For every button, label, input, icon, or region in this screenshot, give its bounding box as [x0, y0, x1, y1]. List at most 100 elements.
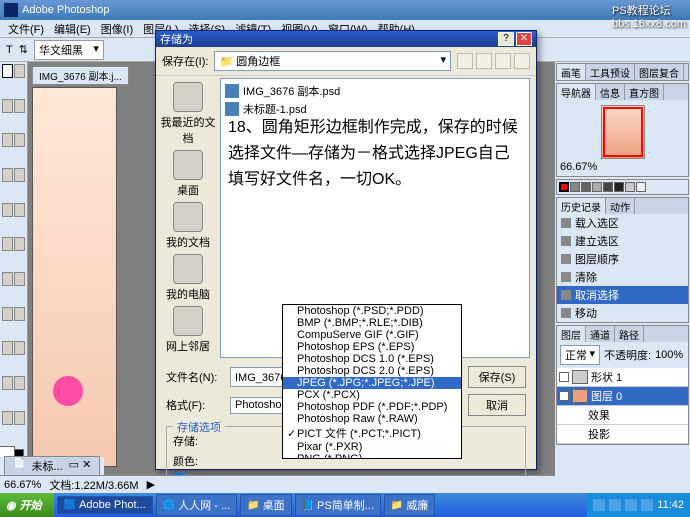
tab-history[interactable]: 历史记录 — [557, 198, 606, 214]
format-option[interactable]: Photoshop Raw (*.RAW) — [283, 413, 461, 425]
stamp-tool[interactable] — [2, 203, 13, 217]
move-tool[interactable] — [14, 64, 25, 78]
lasso-tool[interactable] — [2, 99, 13, 113]
tab-paths[interactable]: 路径 — [615, 326, 644, 342]
save-in-combo[interactable]: 📁 圆角边框▾ — [214, 51, 451, 71]
history-item[interactable]: 图层顺序 — [557, 250, 688, 268]
path-tool[interactable] — [2, 307, 13, 321]
history-brush-tool[interactable] — [14, 203, 25, 217]
place-desktop[interactable]: 桌面 — [173, 150, 203, 198]
format-option[interactable]: PCX (*.PCX) — [283, 389, 461, 401]
save-button[interactable]: 保存(S) — [468, 366, 526, 388]
swatch[interactable] — [592, 182, 602, 192]
hand-tool[interactable] — [2, 411, 13, 425]
tab-layers[interactable]: 图层 — [557, 326, 586, 342]
help-button[interactable]: ? — [498, 32, 514, 46]
start-button[interactable]: ◉ 开始 — [0, 493, 54, 517]
tray-icon[interactable] — [641, 499, 653, 511]
eraser-tool[interactable] — [2, 237, 13, 251]
history-item[interactable]: 清除 — [557, 268, 688, 286]
format-option[interactable]: JPEG (*.JPG;*.JPEG;*.JPE) — [283, 377, 461, 389]
tab-layer-comps[interactable]: 图层复合 — [635, 64, 684, 80]
format-option[interactable]: Pixar (*.PXR) — [283, 441, 461, 453]
menu-image[interactable]: 图像(I) — [97, 21, 137, 37]
taskbar-item[interactable]: 📘 PS简单制... — [295, 494, 381, 516]
back-icon[interactable] — [457, 53, 473, 69]
blur-tool[interactable] — [2, 272, 13, 286]
pen-tool[interactable] — [2, 341, 13, 355]
tray-icon[interactable] — [593, 499, 605, 511]
format-option[interactable]: ✓ PICT 文件 (*.PCT;*.PICT) — [283, 425, 461, 441]
zoom-tool[interactable] — [14, 411, 25, 425]
layer-row[interactable]: 形状 1 — [557, 368, 688, 387]
crop-tool[interactable] — [2, 133, 13, 147]
taskbar-item[interactable]: 🟦 Adobe Phot... — [57, 496, 153, 514]
slice-tool[interactable] — [14, 133, 25, 147]
blend-mode-select[interactable]: 正常▾ — [560, 345, 600, 365]
new-folder-icon[interactable] — [495, 53, 511, 69]
taskbar-item[interactable]: 📁 桌面 — [240, 494, 291, 516]
format-dropdown[interactable]: Photoshop (*.PSD;*.PDD) BMP (*.BMP;*.RLE… — [282, 304, 462, 459]
close-button[interactable]: ✕ — [516, 32, 532, 46]
clock[interactable]: 11:42 — [657, 499, 684, 511]
visibility-icon[interactable] — [559, 372, 569, 382]
minimized-document[interactable]: 📄 未标... ▭ ✕ — [4, 456, 100, 476]
heal-tool[interactable] — [2, 168, 13, 182]
notes-tool[interactable] — [2, 376, 13, 390]
eyedropper-tool[interactable] — [14, 376, 25, 390]
tab-info[interactable]: 信息 — [596, 84, 625, 100]
taskbar-item[interactable]: 🌐 人人网 - ... — [156, 494, 237, 516]
swatch[interactable] — [570, 182, 580, 192]
history-item[interactable]: 移动 — [557, 304, 688, 322]
place-computer[interactable]: 我的电脑 — [166, 254, 210, 302]
tray-icon[interactable] — [625, 499, 637, 511]
place-documents[interactable]: 我的文档 — [166, 202, 210, 250]
tray-icon[interactable] — [609, 499, 621, 511]
place-recent[interactable]: 我最近的文档 — [158, 82, 218, 146]
format-option[interactable]: Photoshop EPS (*.EPS) — [283, 341, 461, 353]
tab-brushes[interactable]: 画笔 — [557, 64, 586, 80]
format-option[interactable]: Photoshop DCS 1.0 (*.EPS) — [283, 353, 461, 365]
tab-tool-presets[interactable]: 工具预设 — [586, 64, 635, 80]
layer-fx[interactable]: 效果 — [557, 406, 688, 425]
format-option[interactable]: BMP (*.BMP;*.RLE;*.DIB) — [283, 317, 461, 329]
orientation-icon[interactable]: ⇅ — [19, 43, 28, 56]
view-menu-icon[interactable] — [514, 53, 530, 69]
document-tab[interactable]: IMG_3676 副本.j... — [32, 66, 129, 85]
wand-tool[interactable] — [14, 99, 25, 113]
taskbar-item[interactable]: 📁 威廉 — [384, 494, 435, 516]
dialog-titlebar[interactable]: 存储为 ? ✕ — [156, 31, 536, 47]
format-option[interactable]: Photoshop (*.PSD;*.PDD) — [283, 305, 461, 317]
layer-fx[interactable]: 投影 — [557, 425, 688, 444]
swatch[interactable] — [581, 182, 591, 192]
font-family-select[interactable]: 华文细黑▾ — [34, 40, 104, 60]
menu-edit[interactable]: 编辑(E) — [50, 21, 95, 37]
up-icon[interactable] — [476, 53, 492, 69]
layer-row[interactable]: 图层 0 — [557, 387, 688, 406]
marquee-tool[interactable] — [2, 64, 13, 78]
swatch[interactable] — [614, 182, 624, 192]
file-item[interactable]: IMG_3676 副本.psd — [224, 82, 526, 100]
shape-tool[interactable] — [14, 341, 25, 355]
zoom-status[interactable]: 66.67% — [4, 479, 41, 491]
format-option[interactable]: PNG (*.PNG) — [283, 453, 461, 459]
history-item[interactable]: 取消选择 — [557, 286, 688, 304]
tab-navigator[interactable]: 导航器 — [557, 84, 596, 100]
document-window[interactable] — [32, 87, 117, 467]
visibility-icon[interactable] — [559, 391, 569, 401]
tab-histogram[interactable]: 直方图 — [625, 84, 664, 100]
swatch[interactable] — [603, 182, 613, 192]
format-option[interactable]: CompuServe GIF (*.GIF) — [283, 329, 461, 341]
swatch[interactable] — [559, 182, 569, 192]
gradient-tool[interactable] — [14, 237, 25, 251]
system-tray[interactable]: 11:42 — [587, 493, 690, 517]
tab-actions[interactable]: 动作 — [606, 198, 635, 214]
history-item[interactable]: 载入选区 — [557, 214, 688, 232]
opacity-value[interactable]: 100% — [655, 349, 683, 361]
cancel-button[interactable]: 取消 — [468, 394, 526, 416]
format-option[interactable]: Photoshop DCS 2.0 (*.EPS) — [283, 365, 461, 377]
swatch[interactable] — [625, 182, 635, 192]
place-network[interactable]: 网上邻居 — [166, 306, 210, 354]
navigator-thumbnail[interactable] — [601, 105, 645, 159]
brush-tool[interactable] — [14, 168, 25, 182]
